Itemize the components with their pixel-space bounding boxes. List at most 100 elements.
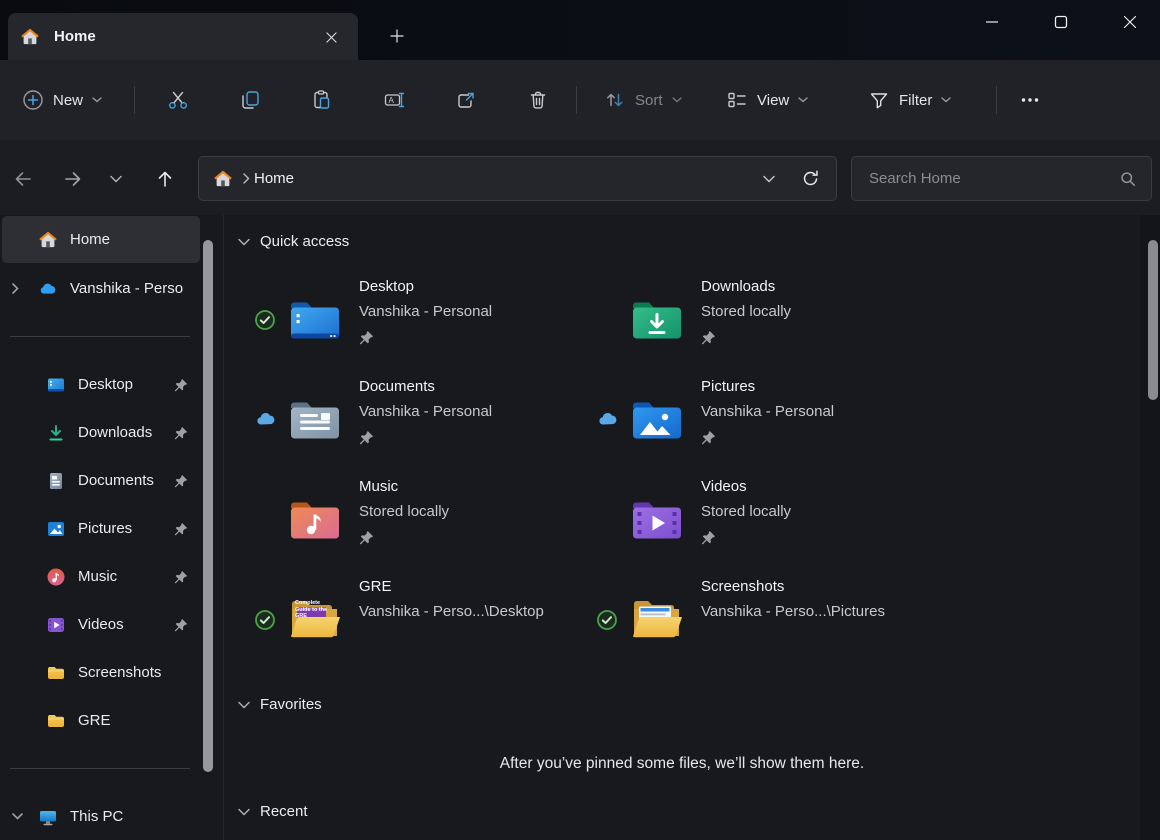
tile-downloads[interactable]: Downloads Stored locally: [595, 270, 925, 370]
downloads-folder-icon: [629, 291, 685, 347]
refresh-icon[interactable]: [801, 169, 820, 188]
pin-icon: [359, 430, 374, 445]
expander-chevron-icon[interactable]: [12, 813, 38, 820]
tile-documents[interactable]: Documents Vanshika - Personal: [253, 370, 583, 470]
favorites-section-header[interactable]: Favorites: [238, 696, 322, 713]
arrow-right-icon: [62, 168, 84, 190]
sidebar-item-home[interactable]: Home: [2, 216, 200, 263]
tile-subtitle: Vanshika - Perso...\Pictures: [701, 603, 885, 620]
delete-button[interactable]: [516, 78, 560, 122]
close-button[interactable]: [1100, 0, 1160, 44]
sidebar-item-music[interactable]: Music: [2, 553, 200, 600]
cut-button[interactable]: [156, 78, 200, 122]
tile-music[interactable]: Music Stored locally: [253, 470, 583, 570]
navigation-row: Home: [0, 140, 1160, 215]
share-button[interactable]: [444, 78, 488, 122]
tile-subtitle: Vanshika - Personal: [701, 403, 834, 420]
tile-title: Pictures: [701, 378, 755, 395]
up-button[interactable]: [146, 160, 184, 198]
back-button[interactable]: [4, 160, 42, 198]
pictures-icon: [46, 519, 66, 539]
sidebar-item-gre[interactable]: GRE: [2, 697, 200, 744]
home-icon[interactable]: [213, 169, 233, 189]
sort-button[interactable]: Sort: [594, 78, 692, 122]
paste-button[interactable]: [300, 78, 344, 122]
chevron-down-icon: [238, 701, 250, 709]
chevron-down-icon: [941, 97, 951, 103]
pin-icon: [701, 430, 716, 445]
new-button[interactable]: New: [12, 78, 112, 122]
rename-icon: A: [383, 89, 405, 111]
arrow-up-icon: [154, 168, 176, 190]
tab-home[interactable]: Home: [8, 13, 358, 60]
tile-desktop[interactable]: Desktop Vanshika - Personal: [253, 270, 583, 370]
filter-button[interactable]: Filter: [858, 78, 961, 122]
tile-videos[interactable]: Videos Stored locally: [595, 470, 925, 570]
maximize-button[interactable]: [1031, 0, 1091, 44]
documents-icon: [46, 471, 66, 491]
search-icon[interactable]: [1119, 170, 1137, 188]
toolbar-divider: [134, 86, 135, 114]
sidebar-scrollbar[interactable]: [203, 240, 213, 772]
search-input[interactable]: [867, 169, 1119, 188]
forward-button[interactable]: [54, 160, 92, 198]
tile-subtitle: Vanshika - Personal: [359, 303, 492, 320]
toolbar-divider: [576, 86, 577, 114]
sidebar-item-videos[interactable]: Videos: [2, 601, 200, 648]
cloud-badge-icon: [597, 410, 617, 430]
toolbar-divider: [996, 86, 997, 114]
address-bar[interactable]: Home: [198, 156, 837, 201]
pin-icon: [359, 330, 374, 345]
arrow-left-icon: [12, 168, 34, 190]
tile-title: Downloads: [701, 278, 775, 295]
address-dropdown-icon[interactable]: [763, 175, 775, 183]
sidebar-item-pictures[interactable]: Pictures: [2, 505, 200, 552]
cloud-badge-icon: [255, 410, 275, 430]
minimize-icon: [985, 15, 999, 29]
documents-folder-icon: [287, 391, 343, 447]
recent-locations-button[interactable]: [100, 160, 132, 198]
tile-title: Desktop: [359, 278, 414, 295]
minimize-button[interactable]: [962, 0, 1022, 44]
pin-icon: [174, 570, 188, 584]
sidebar-item-desktop[interactable]: Desktop: [2, 361, 200, 408]
sidebar-item-this-pc[interactable]: This PC: [2, 793, 200, 840]
sidebar-item-screenshots[interactable]: Screenshots: [2, 649, 200, 696]
filter-icon: [868, 89, 890, 111]
sort-label: Sort: [635, 92, 663, 109]
sidebar-item-documents[interactable]: Documents: [2, 457, 200, 504]
plus-circle-icon: [22, 89, 44, 111]
breadcrumb-home[interactable]: Home: [254, 170, 294, 187]
content-scrollbar[interactable]: [1148, 240, 1158, 400]
pin-icon: [174, 474, 188, 488]
sidebar-item-onedrive[interactable]: Vanshika - Perso: [2, 265, 200, 312]
pictures-folder-icon: [629, 391, 685, 447]
tile-title: Videos: [701, 478, 747, 495]
more-options-button[interactable]: [1008, 78, 1052, 122]
tile-gre[interactable]: Complete Guide to the GRE GRE Vanshika -…: [253, 570, 583, 670]
copy-button[interactable]: [228, 78, 272, 122]
search-box: [851, 156, 1152, 201]
tile-subtitle: Stored locally: [701, 503, 791, 520]
downloads-icon: [46, 423, 66, 443]
sidebar-item-downloads[interactable]: Downloads: [2, 409, 200, 456]
tile-subtitle: Vanshika - Personal: [359, 403, 492, 420]
tile-screenshots[interactable]: Screenshots Vanshika - Perso...\Pictures: [595, 570, 925, 670]
tile-pictures[interactable]: Pictures Vanshika - Personal: [595, 370, 925, 470]
recent-section-header[interactable]: Recent: [238, 803, 308, 820]
view-label: View: [757, 92, 789, 109]
pin-icon: [359, 530, 374, 545]
favorites-empty-message: After you’ve pinned some files, we’ll sh…: [224, 755, 1140, 773]
quick-access-section-header[interactable]: Quick access: [238, 233, 349, 250]
music-folder-icon: [287, 491, 343, 547]
expander-chevron-icon[interactable]: [12, 283, 38, 294]
new-tab-button[interactable]: [382, 21, 412, 51]
folder-icon: [46, 663, 66, 683]
rename-button[interactable]: A: [372, 78, 416, 122]
breadcrumb-chevron-icon: [243, 173, 250, 184]
trash-icon: [527, 89, 549, 111]
tile-subtitle: Stored locally: [359, 503, 449, 520]
tab-close-icon[interactable]: [320, 26, 342, 48]
tile-title: Music: [359, 478, 398, 495]
view-button[interactable]: View: [716, 78, 818, 122]
